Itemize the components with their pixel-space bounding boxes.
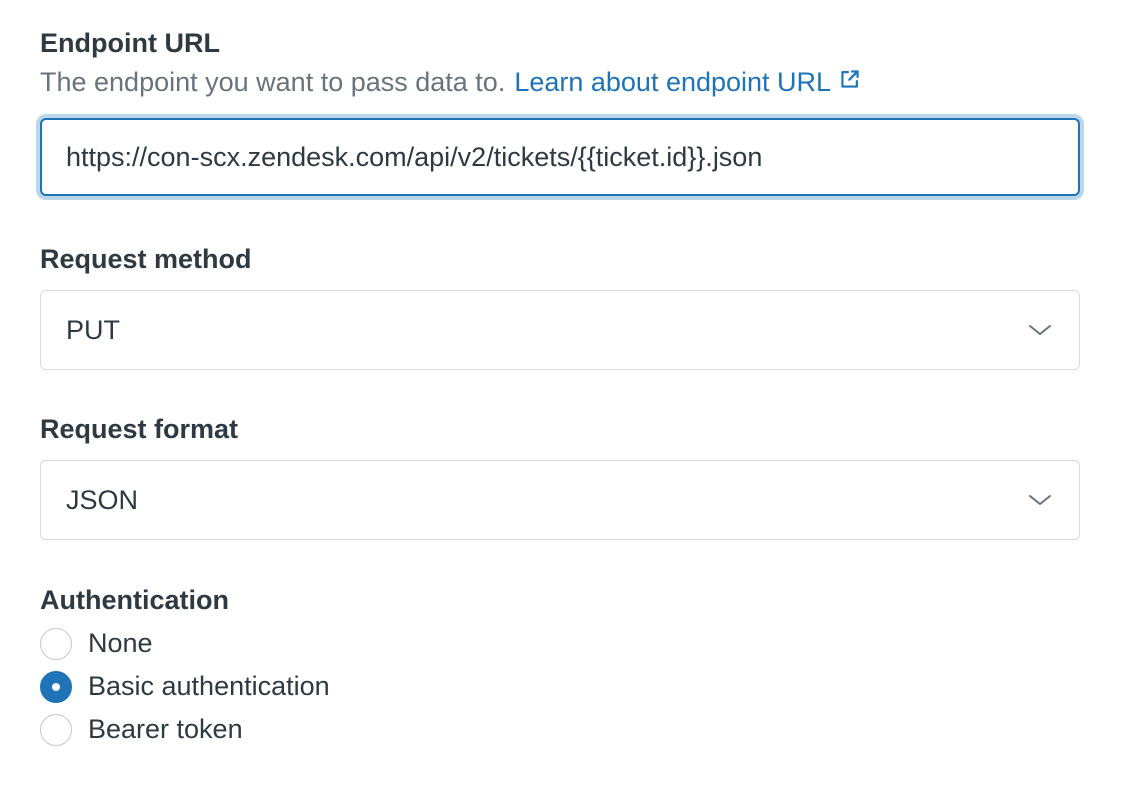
endpoint-url-hint-text: The endpoint you want to pass data to. (40, 67, 506, 97)
request-format-label: Request format (40, 414, 239, 444)
auth-option-label: Bearer token (88, 714, 243, 744)
learn-endpoint-url-link[interactable]: Learn about endpoint URL (514, 62, 861, 102)
chevron-down-icon (1027, 492, 1053, 508)
radio-bearer-token[interactable] (40, 713, 72, 746)
auth-option-basic[interactable]: Basic authentication (40, 665, 1080, 708)
radio-none[interactable] (40, 627, 72, 660)
external-link-icon (839, 68, 861, 90)
authentication-label: Authentication (40, 585, 229, 615)
request-format-select[interactable]: JSON (40, 460, 1080, 540)
authentication-options: None Basic authentication Bearer token (40, 622, 1080, 751)
auth-option-bearer[interactable]: Bearer token (40, 708, 1080, 751)
auth-option-label: None (88, 628, 153, 658)
request-method-field: Request method PUT (40, 240, 1080, 370)
request-method-value: PUT (66, 314, 120, 345)
auth-option-none[interactable]: None (40, 622, 1080, 665)
endpoint-url-hint: The endpoint you want to pass data to. L… (40, 62, 1080, 102)
authentication-field: Authentication None Basic authentication… (40, 582, 1080, 751)
webhook-form: Endpoint URL The endpoint you want to pa… (40, 24, 1080, 751)
radio-basic-authentication[interactable] (40, 670, 72, 703)
endpoint-url-field: Endpoint URL The endpoint you want to pa… (40, 24, 1080, 196)
chevron-down-icon (1027, 322, 1053, 338)
endpoint-url-input[interactable] (40, 118, 1080, 196)
request-format-field: Request format JSON (40, 410, 1080, 540)
request-method-select[interactable]: PUT (40, 290, 1080, 370)
request-method-label: Request method (40, 244, 252, 274)
request-format-value: JSON (66, 484, 139, 515)
learn-endpoint-url-link-text: Learn about endpoint URL (514, 67, 832, 97)
endpoint-url-label: Endpoint URL (40, 28, 220, 58)
auth-option-label: Basic authentication (88, 671, 330, 701)
